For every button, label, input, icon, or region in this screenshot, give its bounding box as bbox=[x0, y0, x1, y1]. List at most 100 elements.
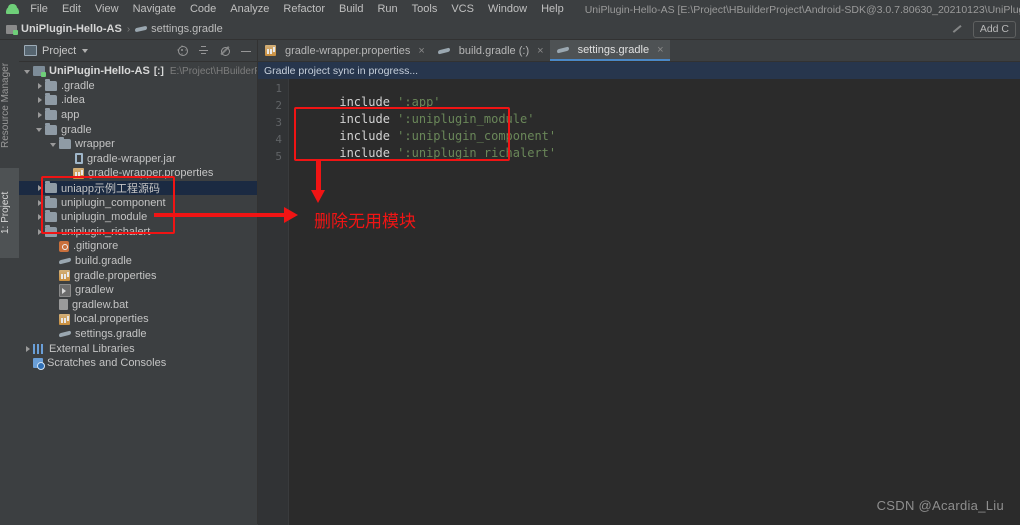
tree-row-external-libraries[interactable]: External Libraries bbox=[19, 341, 257, 356]
gradle-file-icon bbox=[438, 46, 450, 56]
project-tree: UniPlugin-Hello-AS [:] E:\Project\HBuild… bbox=[19, 61, 257, 524]
menu-item-code[interactable]: Code bbox=[183, 0, 223, 19]
chevron-right-icon[interactable] bbox=[35, 81, 44, 90]
tree-row-gradle-wrapper-properties[interactable]: gradle-wrapper.properties bbox=[19, 166, 257, 181]
folder-icon bbox=[45, 93, 57, 106]
tree-label: gradle bbox=[61, 123, 92, 136]
menu-item-navigate[interactable]: Navigate bbox=[126, 0, 183, 19]
close-icon[interactable]: × bbox=[657, 44, 663, 56]
tab-label: settings.gradle bbox=[577, 43, 650, 56]
tree-row-wrapper[interactable]: wrapper bbox=[19, 137, 257, 152]
folder-icon bbox=[45, 195, 57, 208]
tab-build-gradle[interactable]: build.gradle (:) × bbox=[431, 40, 550, 61]
tree-row-scratches-and-consoles[interactable]: Scratches and Consoles bbox=[19, 356, 257, 371]
menu-item-file[interactable]: File bbox=[23, 0, 55, 19]
menu-item-build[interactable]: Build bbox=[332, 0, 370, 19]
chevron-down-icon[interactable] bbox=[49, 140, 58, 149]
folder-icon bbox=[45, 78, 57, 91]
gradle-sync-banner: Gradle project sync in progress... bbox=[258, 62, 1020, 79]
code-editor[interactable]: 1 2 3 4 5 include ':app' include ':unipl… bbox=[258, 79, 1020, 525]
chevron-right-icon[interactable] bbox=[35, 213, 44, 222]
breadcrumb-bar: UniPlugin-Hello-AS › settings.gradle Add… bbox=[0, 19, 1020, 40]
sidebar-item-structure-icon[interactable] bbox=[0, 256, 19, 292]
line-number: 5 bbox=[275, 150, 282, 163]
sidebar-item-resource-manager[interactable]: Resource Manager bbox=[0, 46, 19, 164]
chevron-right-icon[interactable] bbox=[35, 184, 44, 193]
breadcrumb-file[interactable]: settings.gradle bbox=[151, 23, 223, 35]
settings-gear-icon[interactable] bbox=[219, 45, 231, 57]
project-panel-title: Project bbox=[42, 44, 77, 57]
locate-target-icon[interactable] bbox=[177, 45, 189, 57]
toolbar-right: Add C bbox=[951, 20, 1020, 38]
tree-row-build-gradle[interactable]: build.gradle bbox=[19, 254, 257, 269]
tree-row-uniplugin-component[interactable]: uniplugin_component bbox=[19, 195, 257, 210]
gitignore-file-icon bbox=[59, 240, 69, 252]
menu-item-run[interactable]: Run bbox=[370, 0, 404, 19]
chevron-right-icon[interactable] bbox=[35, 198, 44, 207]
minimize-icon[interactable] bbox=[240, 45, 252, 57]
tree-row-gradle-dir[interactable]: .gradle bbox=[19, 78, 257, 94]
chevron-right-icon[interactable] bbox=[35, 227, 44, 236]
breadcrumb-separator: › bbox=[126, 23, 131, 35]
menu-item-analyze[interactable]: Analyze bbox=[223, 0, 276, 19]
tree-row-gradlew[interactable]: gradlew bbox=[19, 283, 257, 298]
menu-item-refactor[interactable]: Refactor bbox=[276, 0, 332, 19]
folder-icon bbox=[45, 210, 57, 223]
tree-label: UniPlugin-Hello-AS bbox=[49, 65, 150, 78]
tree-row-gradlew-bat[interactable]: gradlew.bat bbox=[19, 298, 257, 313]
tree-label: gradle-wrapper.properties bbox=[88, 167, 214, 180]
menu-item-help[interactable]: Help bbox=[534, 0, 571, 19]
menu-item-view[interactable]: View bbox=[88, 0, 126, 19]
project-view-icon bbox=[24, 45, 37, 56]
tree-row-app[interactable]: app bbox=[19, 108, 257, 123]
chevron-down-icon[interactable] bbox=[82, 48, 89, 53]
chevron-right-icon[interactable] bbox=[35, 96, 44, 105]
tree-row-gradle-properties[interactable]: gradle.properties bbox=[19, 268, 257, 283]
gradle-file-icon bbox=[59, 329, 71, 339]
tree-label: gradlew.bat bbox=[72, 298, 129, 311]
close-icon[interactable]: × bbox=[418, 45, 424, 57]
chevron-down-icon[interactable] bbox=[23, 67, 32, 76]
tree-row-idea[interactable]: .idea bbox=[19, 93, 257, 108]
menu-item-window[interactable]: Window bbox=[481, 0, 534, 19]
tree-row-uniplugin-richalert[interactable]: uniplugin_richalert bbox=[19, 224, 257, 240]
tree-row-local-properties[interactable]: local.properties bbox=[19, 312, 257, 327]
close-icon[interactable]: × bbox=[537, 45, 543, 57]
tree-label: gradlew bbox=[75, 284, 114, 297]
menu-item-vcs[interactable]: VCS bbox=[444, 0, 481, 19]
chevron-down-icon[interactable] bbox=[35, 125, 44, 134]
tree-row-gradle-wrapper-jar[interactable]: gradle-wrapper.jar bbox=[19, 152, 257, 167]
tree-row-project-root[interactable]: UniPlugin-Hello-AS [:] E:\Project\HBuild… bbox=[19, 64, 257, 79]
tree-row-gradle[interactable]: gradle bbox=[19, 122, 257, 137]
shell-script-icon bbox=[59, 283, 71, 297]
tab-gradle-wrapper-properties[interactable]: gradle-wrapper.properties × bbox=[258, 40, 431, 61]
collapse-all-icon[interactable] bbox=[198, 45, 210, 57]
left-tool-window-strip: Resource Manager 1: Project bbox=[0, 40, 20, 524]
chevron-up-icon[interactable] bbox=[951, 23, 963, 35]
add-configuration-button[interactable]: Add C bbox=[972, 20, 1016, 38]
menu-item-edit[interactable]: Edit bbox=[55, 0, 88, 19]
tab-label: gradle-wrapper.properties bbox=[285, 44, 411, 57]
watermark: CSDN @Acardia_Liu bbox=[876, 498, 1004, 513]
tree-row-settings-gradle[interactable]: settings.gradle bbox=[19, 327, 257, 342]
tree-label: .idea bbox=[61, 94, 85, 107]
menu-item-tools[interactable]: Tools bbox=[405, 0, 445, 19]
tree-row-uniapp-sample[interactable]: uniapp示例工程源码 bbox=[19, 180, 257, 196]
libraries-icon bbox=[33, 343, 45, 354]
tab-settings-gradle[interactable]: settings.gradle × bbox=[549, 40, 670, 61]
folder-icon bbox=[45, 122, 57, 135]
folder-icon bbox=[45, 181, 57, 194]
properties-file-icon bbox=[59, 313, 70, 325]
tree-label: build.gradle bbox=[75, 255, 132, 268]
tree-label: .gradle bbox=[61, 79, 95, 92]
sidebar-item-project[interactable]: 1: Project bbox=[0, 168, 19, 258]
tree-path: E:\Project\HBuilderProject\ bbox=[169, 65, 257, 77]
breadcrumb-project[interactable]: UniPlugin-Hello-AS bbox=[21, 23, 122, 35]
chevron-right-icon[interactable] bbox=[35, 111, 44, 120]
tree-row-gitignore[interactable]: .gitignore bbox=[19, 239, 257, 254]
chevron-right-icon[interactable] bbox=[23, 344, 32, 353]
annotation-note: 删除无用模块 bbox=[314, 212, 416, 232]
